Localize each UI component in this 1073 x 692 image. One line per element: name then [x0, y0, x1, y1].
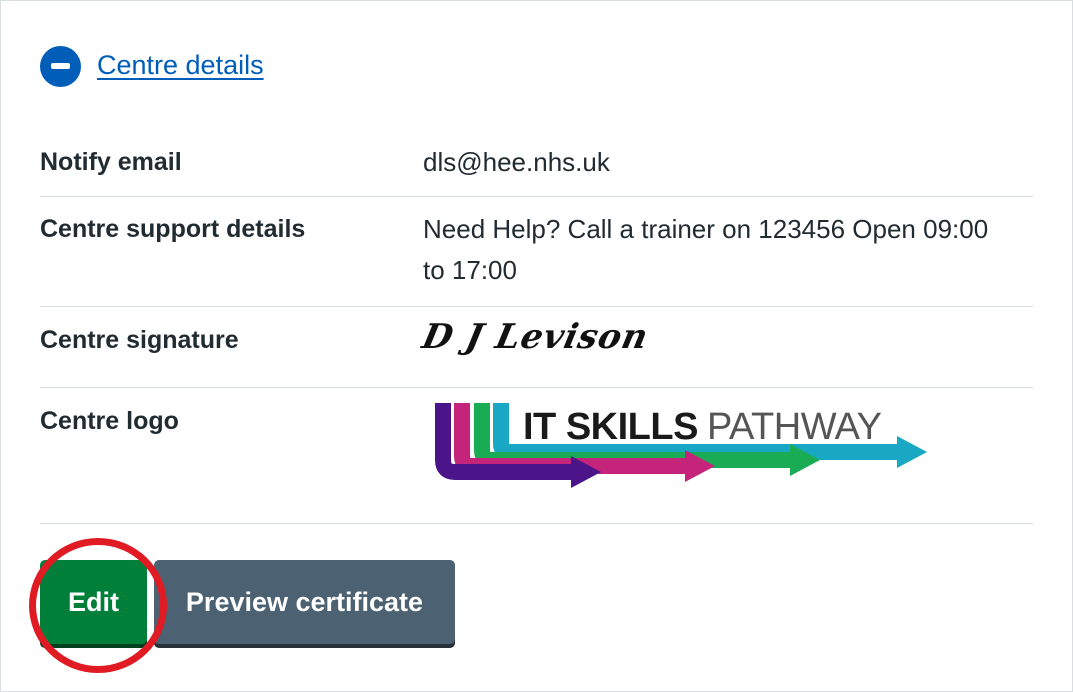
summary-key: Centre support details: [40, 215, 306, 243]
minus-circle-icon[interactable]: [40, 46, 81, 87]
svg-text:IT SKILLS: IT SKILLS: [523, 406, 698, 448]
centre-details-expander[interactable]: Centre details: [40, 46, 264, 87]
summary-key: Notify email: [40, 148, 182, 176]
summary-row-signature: Centre signature D J Levison: [40, 307, 1033, 388]
edit-button[interactable]: Edit: [40, 560, 147, 644]
summary-key: Centre logo: [40, 407, 179, 435]
notify-email-value: dls@hee.nhs.uk: [423, 147, 610, 177]
svg-text:PATHWAY: PATHWAY: [707, 406, 882, 448]
summary-list: Notify email dls@hee.nhs.uk Centre suppo…: [40, 129, 1033, 524]
preview-certificate-button[interactable]: Preview certificate: [154, 560, 455, 644]
centre-details-link[interactable]: Centre details: [97, 52, 264, 79]
summary-row-logo: Centre logo IT SKILLS PATHWAY: [40, 388, 1033, 524]
centre-signature-image: D J Levison: [418, 317, 653, 357]
summary-key: Centre signature: [40, 326, 239, 354]
centre-details-card: Centre details Notify email dls@hee.nhs.…: [0, 0, 1073, 692]
centre-logo-image: IT SKILLS PATHWAY: [435, 403, 927, 488]
summary-row-support-details: Centre support details Need Help? Call a…: [40, 197, 1033, 307]
summary-row-notify-email: Notify email dls@hee.nhs.uk: [40, 129, 1033, 197]
support-details-value: Need Help? Call a trainer on 123456 Open…: [423, 214, 989, 285]
